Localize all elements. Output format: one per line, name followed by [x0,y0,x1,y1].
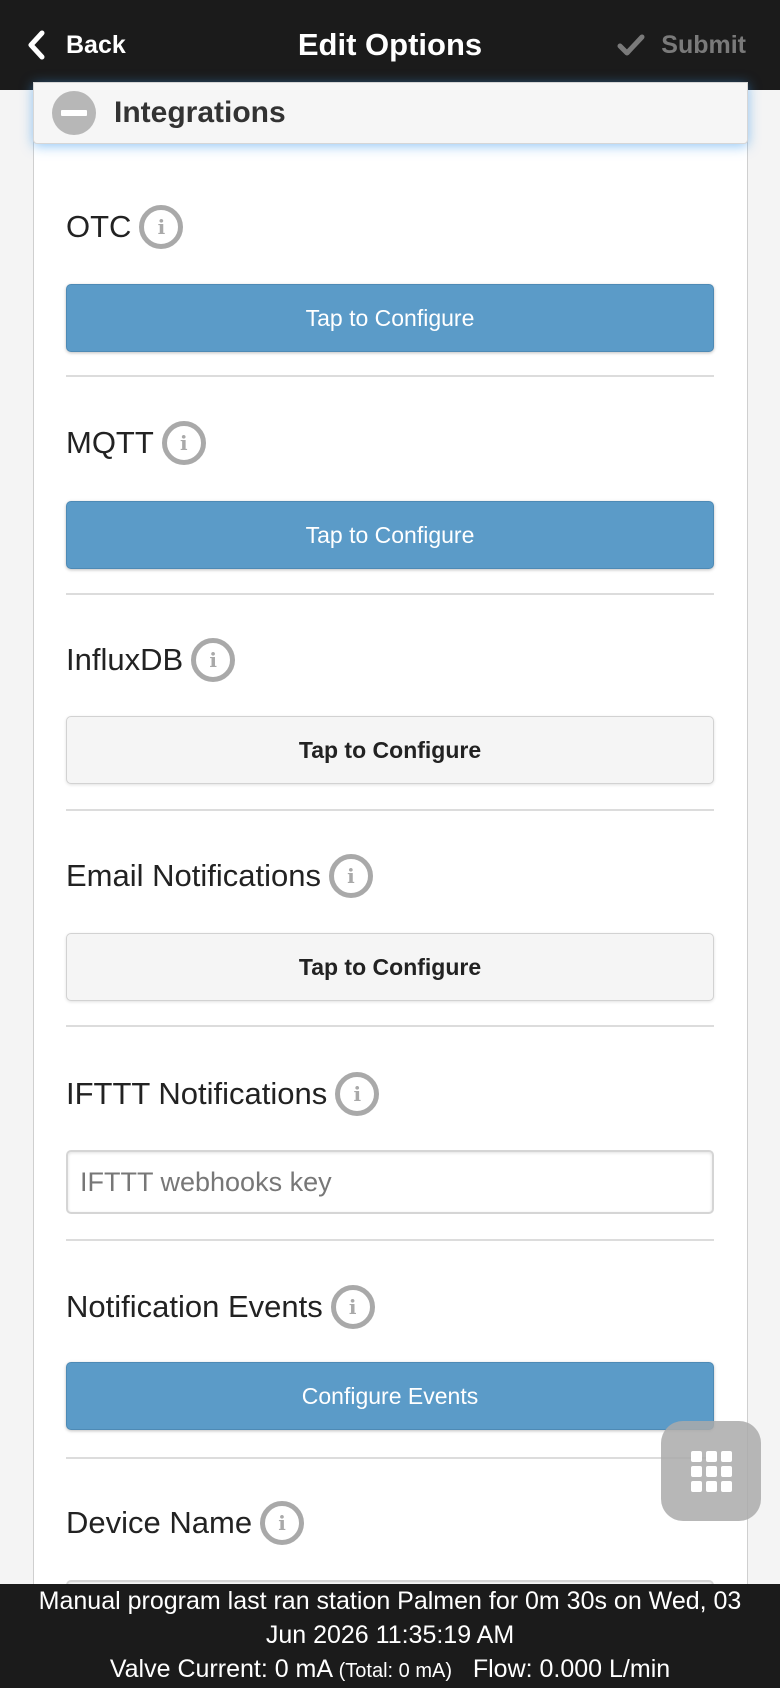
back-label: Back [66,30,126,59]
mqtt-field: MQTT i Tap to Configure [66,420,714,569]
device-name-label: Device Name [66,1505,253,1540]
notification-events-field: Notification Events i Configure Events [66,1284,714,1430]
mqtt-label: MQTT [66,425,154,460]
total-current: (Total: 0 mA) [338,1660,452,1682]
grid-menu-icon[interactable] [661,1421,761,1521]
chevron-left-icon [28,30,45,60]
otc-label: OTC [66,209,132,244]
influxdb-label: InfluxDB [66,642,184,677]
divider [66,1239,714,1241]
check-icon [617,34,645,56]
info-icon[interactable]: i [161,421,206,465]
page-title: Edit Options [297,27,483,62]
integrations-section-header[interactable]: Integrations [33,82,748,144]
influxdb-field: InfluxDB i Tap to Configure [66,637,714,784]
info-icon[interactable]: i [330,1285,375,1329]
device-name-field: Device Name i [66,1500,714,1620]
ifttt-key-input[interactable] [66,1150,714,1214]
last-run-date: Jun 2026 11:35:19 AM [265,1621,515,1649]
info-icon[interactable]: i [139,205,184,249]
submit-button[interactable]: Submit [617,22,746,68]
configure-events-button[interactable]: Configure Events [66,1362,714,1430]
mqtt-configure-button[interactable]: Tap to Configure [66,501,714,569]
status-footer: Manual program last ran station Palmen f… [0,1584,780,1688]
info-icon[interactable]: i [335,1072,380,1116]
back-button[interactable]: Back [26,22,126,68]
current-flow-status: Valve Current: 0 mA (Total: 0 mA) Flow: … [0,1652,780,1688]
email-configure-button[interactable]: Tap to Configure [66,933,714,1001]
info-icon[interactable]: i [191,638,236,682]
influxdb-configure-button[interactable]: Tap to Configure [66,716,714,784]
valve-current: Valve Current: 0 mA [109,1655,332,1683]
email-notifications-label: Email Notifications [66,858,321,893]
flow-rate: Flow: 0.000 L/min [472,1655,671,1683]
submit-label: Submit [661,30,746,59]
divider [66,375,714,377]
header-bar: Back Edit Options Submit [0,0,780,90]
divider [66,809,714,811]
last-run-status: Manual program last ran station Palmen f… [38,1587,742,1615]
info-icon[interactable]: i [328,854,373,898]
otc-configure-button[interactable]: Tap to Configure [66,284,714,352]
ifttt-notifications-field: IFTTT Notifications i [66,1071,714,1214]
minus-circle-icon [52,91,96,135]
otc-field: OTC i Tap to Configure [66,204,714,352]
divider [66,593,714,595]
section-title: Integrations [114,96,286,129]
info-icon[interactable]: i [260,1501,305,1545]
ifttt-notifications-label: IFTTT Notifications [66,1076,328,1111]
notification-events-label: Notification Events [66,1289,323,1324]
divider [66,1457,714,1459]
email-notifications-field: Email Notifications i Tap to Configure [66,853,714,1001]
divider [66,1025,714,1027]
